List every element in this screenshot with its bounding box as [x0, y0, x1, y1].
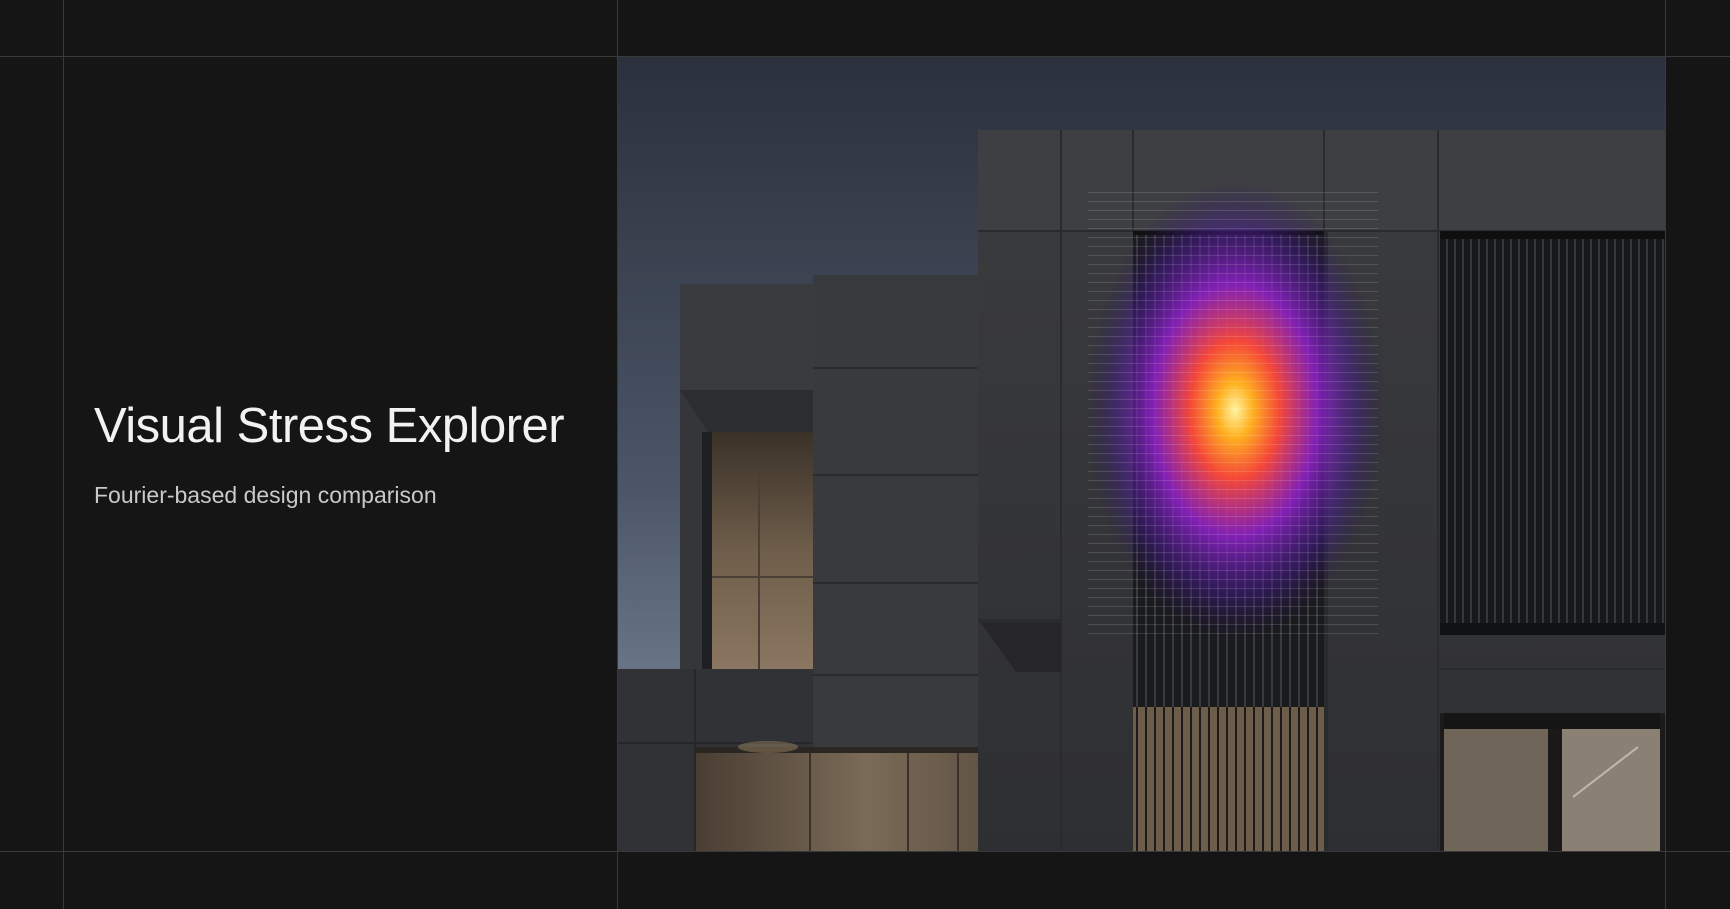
building-facade-image — [618, 57, 1665, 851]
frame-line-bottom — [0, 851, 1730, 852]
frame-line-right — [1665, 0, 1666, 909]
page-subtitle: Fourier-based design comparison — [94, 481, 437, 508]
page-title: Visual Stress Explorer — [94, 399, 565, 453]
app-canvas: Visual Stress Explorer Fourier-based des… — [0, 0, 1730, 909]
image-viewer[interactable] — [618, 57, 1665, 851]
frame-line-left — [63, 0, 64, 909]
title-block: Visual Stress Explorer Fourier-based des… — [94, 399, 594, 509]
stress-heatmap-overlay — [1085, 180, 1385, 640]
